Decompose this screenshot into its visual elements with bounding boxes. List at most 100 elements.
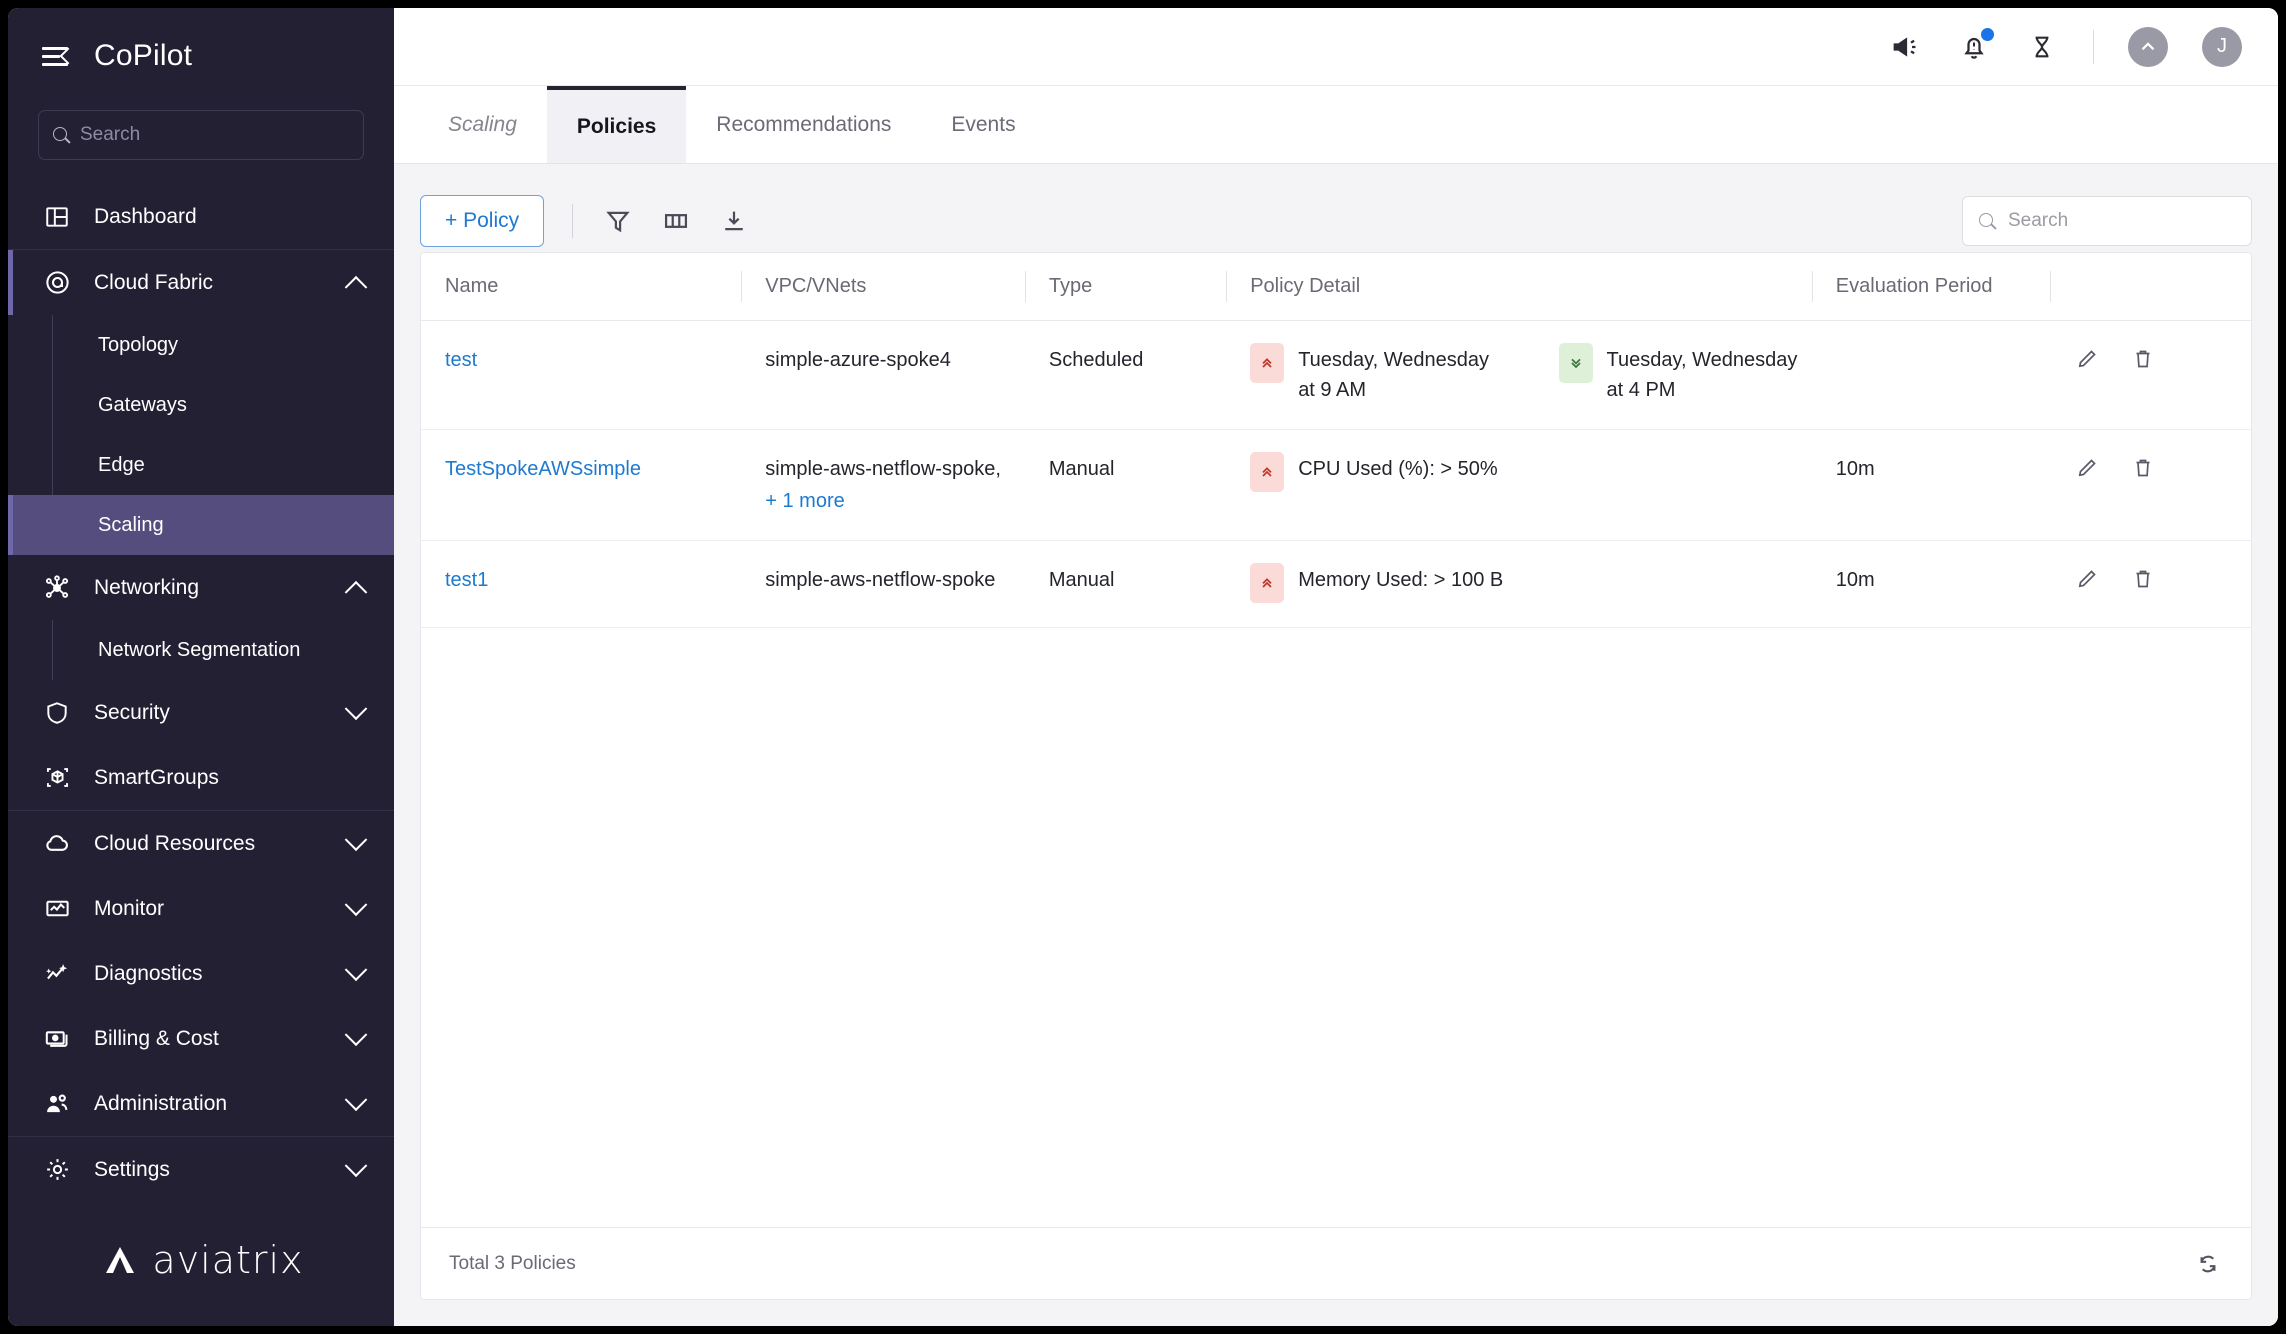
sidebar-item-cloud-fabric[interactable]: Cloud Fabric [8, 250, 394, 315]
vpc-more-link[interactable]: + 1 more [765, 486, 1025, 516]
sidebar-item-billing-cost[interactable]: Billing & Cost [8, 1006, 394, 1071]
aviatrix-mark-icon [98, 1243, 142, 1277]
hourglass-icon[interactable] [2025, 30, 2059, 64]
avatar[interactable]: J [2202, 26, 2242, 67]
sidebar-item-settings[interactable]: Settings [8, 1137, 394, 1202]
collapse-toggle-button[interactable] [2128, 26, 2168, 67]
sidebar-search-wrap: Search [8, 110, 394, 160]
networking-icon [42, 573, 72, 603]
cloud-icon [42, 829, 72, 859]
sidebar-item-networking[interactable]: Networking [8, 555, 394, 620]
add-policy-button[interactable]: + Policy [420, 195, 545, 247]
scale-down-text: Tuesday, Wednesday at 4 PM [1606, 349, 1798, 401]
table-header: Name VPC/VNets Type Policy Detail Evalua… [421, 253, 2251, 321]
aviatrix-logo: aviatrix [8, 1202, 394, 1326]
sidebar-item-smartgroups[interactable]: SmartGroups [8, 745, 394, 810]
chevron-down-icon [344, 1087, 368, 1111]
notification-bell-icon[interactable] [1957, 27, 1994, 64]
policy-name-link[interactable]: test [445, 349, 477, 371]
tab-recommendations[interactable]: Recommendations [686, 86, 921, 163]
chevron-down-icon [344, 827, 368, 851]
scale-up-detail: CPU Used (%): > 50% [1250, 452, 1498, 492]
type-value: Manual [1048, 569, 1115, 591]
column-header-type[interactable]: Type [1024, 253, 1227, 321]
column-header-vpc-vnets[interactable]: VPC/VNets [741, 253, 1025, 321]
sidebar-item-edge[interactable]: Edge [8, 435, 394, 495]
filter-icon[interactable] [601, 204, 635, 238]
sidebar-item-label: Security [94, 700, 170, 724]
cell-policy-detail: Tuesday, Wednesday at 9 AM Tuesday, Wedn… [1226, 320, 1812, 430]
app-window: CoPilot Search Dashboard Cloud Fabric To… [8, 8, 2278, 1326]
policies-table: Name VPC/VNets Type Policy Detail Evalua… [421, 253, 2251, 628]
sidebar-item-scaling[interactable]: Scaling [8, 495, 394, 555]
delete-icon[interactable] [2130, 345, 2156, 373]
divider [2093, 29, 2094, 64]
scale-up-text: Tuesday, Wednesday at 9 AM [1298, 349, 1490, 401]
edit-icon[interactable] [2074, 565, 2100, 593]
sidebar-item-label: Monitor [94, 896, 165, 920]
sidebar-item-label: Networking [94, 575, 200, 599]
cloud-fabric-children: Topology Gateways Edge Scaling [8, 315, 394, 555]
administration-icon [42, 1089, 72, 1119]
download-icon[interactable] [717, 204, 751, 238]
sidebar-item-administration[interactable]: Administration [8, 1071, 394, 1136]
sidebar-item-monitor[interactable]: Monitor [8, 876, 394, 941]
sidebar-item-network-segmentation[interactable]: Network Segmentation [8, 620, 394, 680]
sidebar-item-gateways[interactable]: Gateways [8, 375, 394, 435]
cell-type: Manual [1024, 429, 1227, 541]
sidebar-item-topology[interactable]: Topology [8, 315, 394, 375]
policy-name-link[interactable]: test1 [445, 569, 488, 591]
announcement-icon[interactable] [1889, 30, 1923, 64]
chevrons-down-icon [1558, 343, 1593, 383]
dashboard-icon [42, 202, 72, 232]
column-header-name[interactable]: Name [421, 253, 742, 321]
delete-icon[interactable] [2130, 454, 2156, 482]
tab-bar: Scaling Policies Recommendations Events [394, 86, 2278, 164]
cell-evaluation-period: 10m [1811, 429, 2050, 541]
vpc-value: simple-azure-spoke4 [765, 349, 951, 371]
sidebar-subitem-label: Topology [98, 333, 179, 356]
networking-children: Network Segmentation [8, 620, 394, 680]
sidebar-item-dashboard[interactable]: Dashboard [8, 184, 394, 249]
shield-icon [42, 698, 72, 728]
search-icon [53, 126, 70, 144]
breadcrumb: Scaling [448, 112, 517, 136]
search-input[interactable]: Search [1962, 196, 2252, 246]
edit-icon[interactable] [2074, 345, 2100, 373]
tab-events[interactable]: Events [921, 86, 1045, 163]
chevron-up-icon [344, 580, 368, 604]
sidebar-item-label: Billing & Cost [94, 1026, 219, 1050]
table-footer: Total 3 Policies [421, 1227, 2251, 1299]
edit-icon[interactable] [2074, 454, 2100, 482]
sidebar-subitem-label: Network Segmentation [98, 638, 301, 661]
menu-collapse-icon[interactable] [42, 45, 77, 67]
table-row[interactable]: test1 simple-aws-netflow-spoke Manual Me… [421, 540, 2251, 628]
vpc-value: simple-aws-netflow-spoke [765, 569, 996, 591]
refresh-icon[interactable] [2193, 1249, 2223, 1279]
cell-vpc: simple-aws-netflow-spoke, + 1 more [741, 429, 1025, 541]
cell-evaluation-period: 10m [1811, 540, 2050, 628]
column-header-policy-detail[interactable]: Policy Detail [1226, 253, 1812, 321]
table-body: test simple-azure-spoke4 Scheduled Tuesd… [421, 320, 2251, 628]
divider [572, 204, 574, 238]
chevron-down-icon [344, 957, 368, 981]
sidebar-search-input[interactable]: Search [38, 110, 364, 160]
column-header-actions [2049, 253, 2251, 321]
sidebar-item-label: SmartGroups [94, 765, 219, 789]
table-row[interactable]: TestSpokeAWSsimple simple-aws-netflow-sp… [421, 429, 2251, 541]
cell-type: Manual [1024, 540, 1227, 628]
tab-policies[interactable]: Policies [546, 86, 687, 163]
sidebar-item-label: Diagnostics [94, 961, 203, 985]
cell-policy-detail: Memory Used: > 100 B [1226, 540, 1812, 628]
sidebar-subitem-label: Gateways [98, 393, 187, 416]
policy-name-link[interactable]: TestSpokeAWSsimple [445, 458, 641, 480]
sidebar-item-diagnostics[interactable]: Diagnostics [8, 941, 394, 1006]
column-header-evaluation-period[interactable]: Evaluation Period [1811, 253, 2050, 321]
sidebar-item-cloud-resources[interactable]: Cloud Resources [8, 811, 394, 876]
columns-icon[interactable] [659, 204, 693, 238]
sidebar-item-security[interactable]: Security [8, 680, 394, 745]
cell-vpc: simple-aws-netflow-spoke [741, 540, 1025, 628]
sidebar-header: CoPilot [8, 8, 394, 104]
delete-icon[interactable] [2130, 565, 2156, 593]
table-row[interactable]: test simple-azure-spoke4 Scheduled Tuesd… [421, 320, 2251, 430]
